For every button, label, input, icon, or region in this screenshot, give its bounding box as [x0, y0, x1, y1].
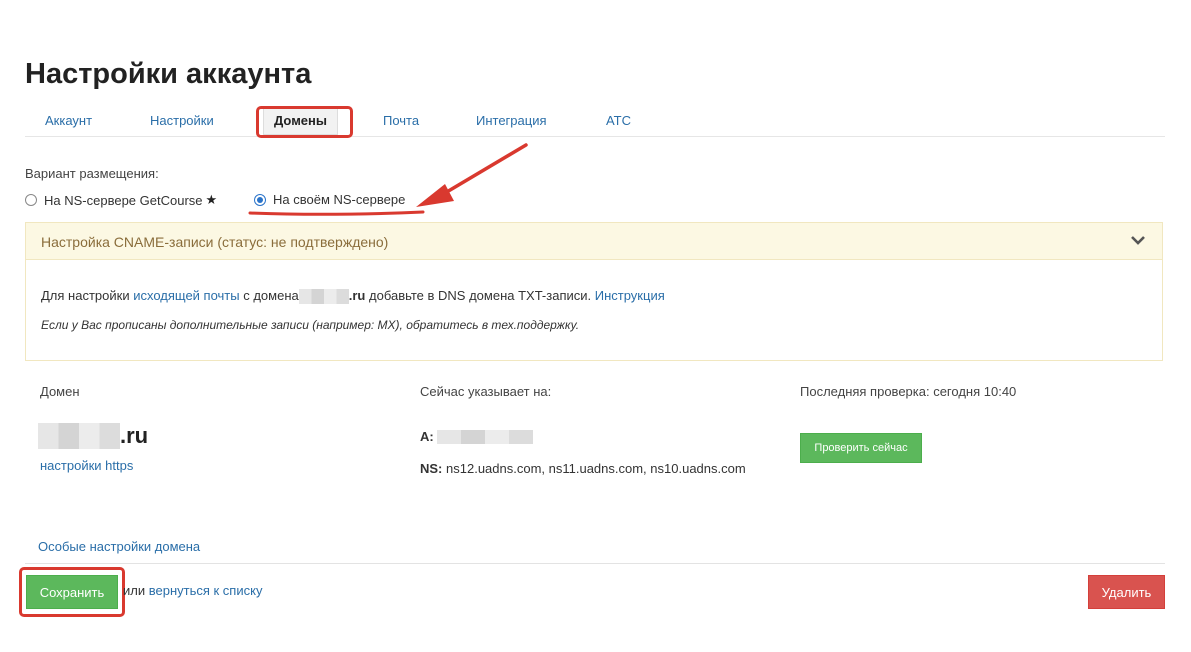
highlight-box-domains-tab — [256, 106, 353, 138]
redacted-domain-image — [298, 289, 349, 305]
redacted-ip-image — [436, 429, 533, 444]
special-domain-settings-link[interactable]: Особые настройки домена — [38, 539, 200, 554]
tab-integration[interactable]: Интеграция — [476, 113, 547, 128]
cname-info-line: Для настройки исходящей почты с домена .r… — [41, 288, 665, 305]
ns-record-value: ns12.uadns.com, ns11.uadns.com, ns10.uad… — [446, 461, 746, 476]
delete-button[interactable]: Удалить — [1088, 575, 1165, 609]
info-domain-suffix: .ru — [348, 288, 366, 303]
tab-pbx[interactable]: АТС — [606, 113, 631, 128]
check-now-button[interactable]: Проверить сейчас — [800, 433, 922, 463]
domain-suffix: .ru — [120, 423, 149, 448]
tab-settings[interactable]: Настройки — [150, 113, 214, 128]
radio-getcourse[interactable]: На NS-сервере GetCourse ★ — [25, 192, 217, 208]
ns-record-label: NS: — [420, 461, 443, 476]
cname-panel-body: Для настройки исходящей почты с домена .r… — [25, 260, 1163, 361]
placement-label: Вариант размещения: — [25, 166, 159, 181]
cname-panel-title: Настройка CNAME-записи (статус: не подтв… — [41, 234, 389, 250]
a-record-label: A: — [420, 429, 434, 444]
info-rest: добавьте в DNS домена TXT-записи. — [369, 288, 592, 303]
info-prefix: Для настройки — [41, 288, 130, 303]
https-settings-link[interactable]: настройки https — [40, 458, 133, 473]
radio-getcourse-circle[interactable] — [25, 194, 37, 206]
back-to-list-link[interactable]: вернуться к списку — [149, 583, 263, 598]
star-icon: ★ — [205, 192, 218, 207]
info-middle: с домена — [243, 288, 299, 303]
domain-name: .ru — [38, 423, 148, 449]
save-button[interactable]: Сохранить — [26, 575, 118, 609]
cname-panel-header[interactable]: Настройка CNAME-записи (статус: не подтв… — [25, 222, 1163, 260]
support-note: Если у Вас прописаны дополнительные запи… — [41, 318, 580, 332]
a-record: A: — [420, 429, 533, 444]
footer-or-text: или вернуться к списку — [123, 583, 262, 598]
ns-record: NS: ns12.uadns.com, ns11.uadns.com, ns10… — [420, 461, 746, 476]
radio-getcourse-label: На NS-сервере GetCourse — [44, 192, 203, 208]
points-to-column-header: Сейчас указывает на: — [420, 384, 552, 399]
last-check-column-header: Последняя проверка: сегодня 10:40 — [800, 384, 1017, 399]
instruction-link[interactable]: Инструкция — [595, 288, 665, 303]
or-label: или — [123, 583, 146, 598]
page-title: Настройки аккаунта — [25, 58, 312, 90]
tab-bar: Аккаунт Настройки Домены Почта Интеграци… — [25, 104, 1165, 137]
annotation-arrow-icon — [248, 143, 528, 216]
tab-mail[interactable]: Почта — [383, 113, 419, 128]
domain-column-header: Домен — [40, 384, 80, 399]
redacted-domain-image — [38, 423, 120, 449]
tab-account[interactable]: Аккаунт — [45, 113, 92, 128]
footer-divider — [25, 563, 1165, 564]
chevron-down-icon[interactable] — [1130, 232, 1146, 248]
outgoing-mail-link[interactable]: исходящей почты — [133, 288, 239, 303]
